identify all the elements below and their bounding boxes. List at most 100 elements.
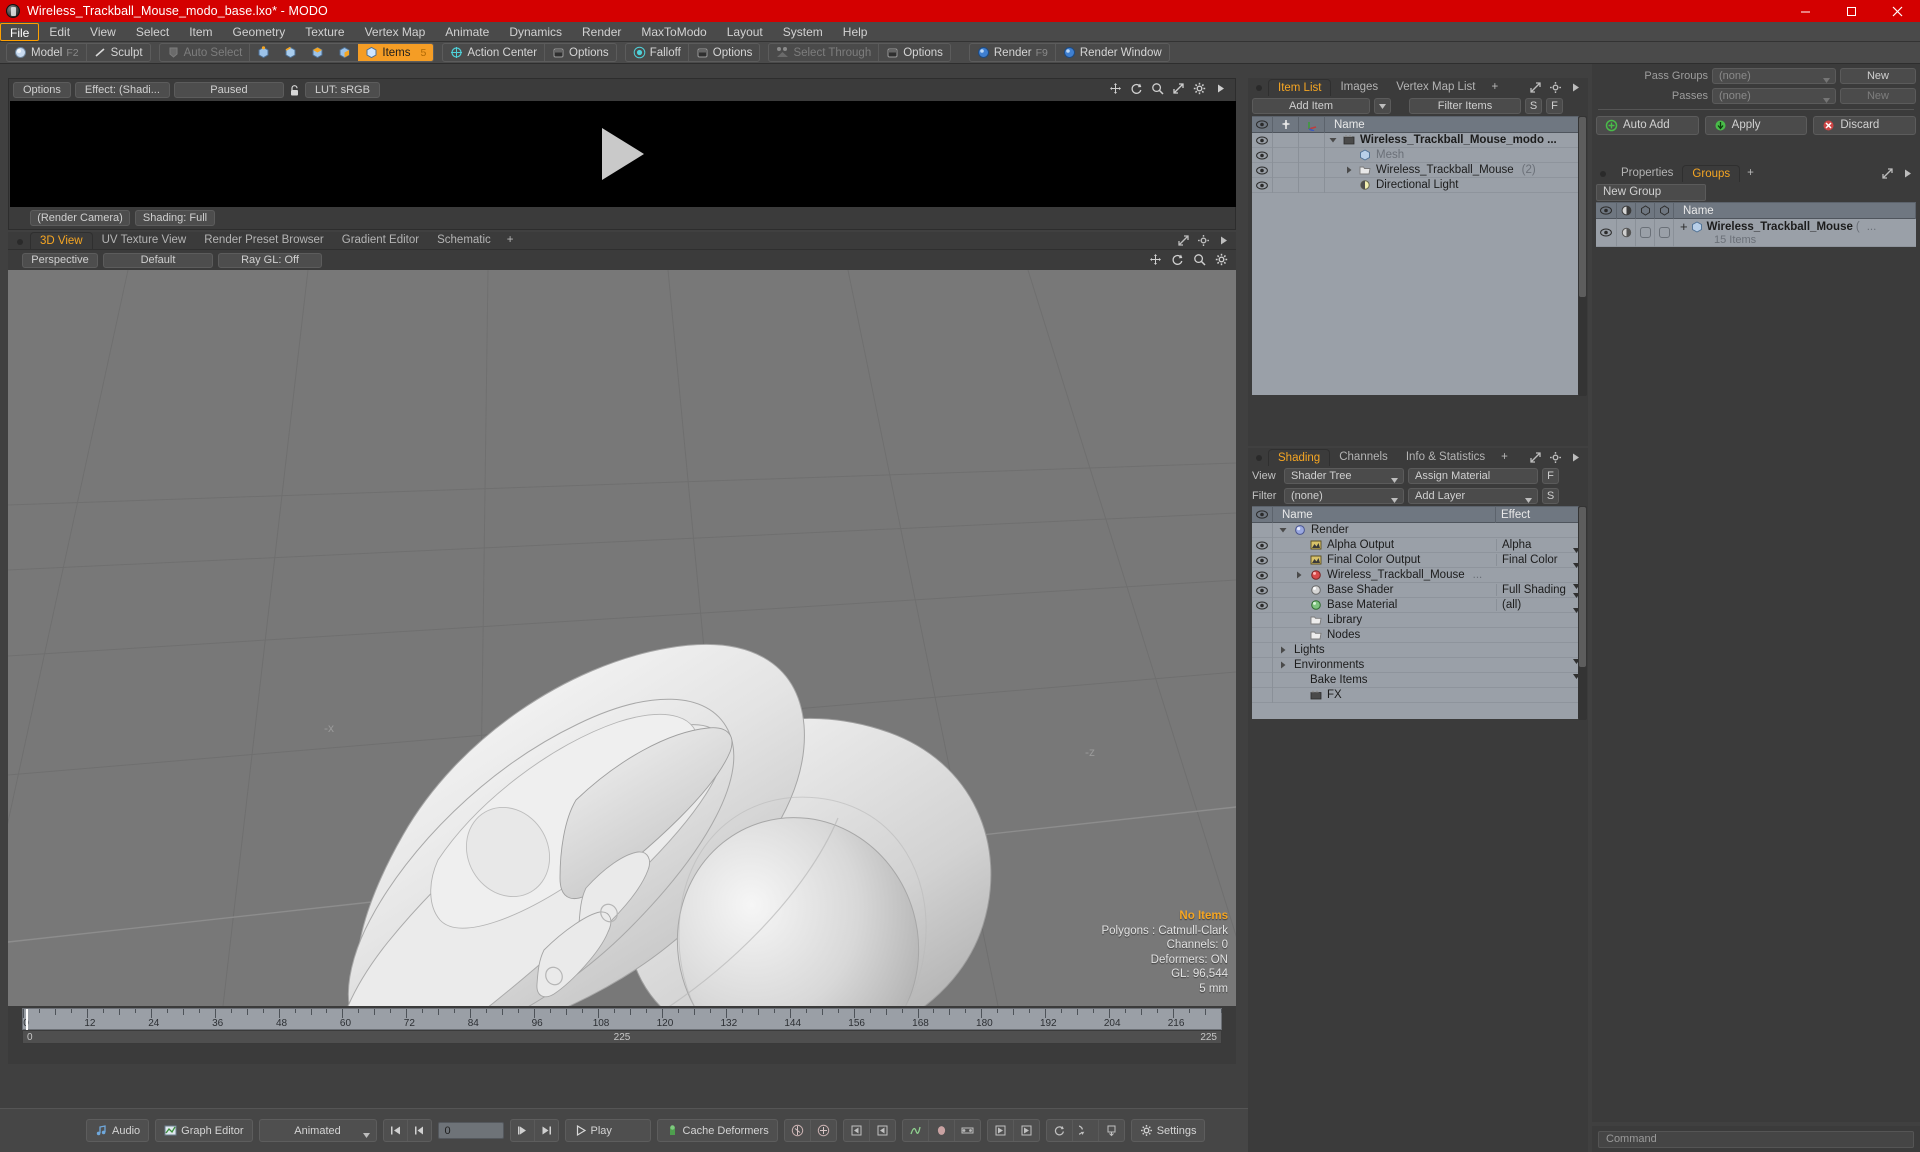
filter-items-input[interactable]: Filter Items bbox=[1409, 98, 1521, 114]
menu-item-edit[interactable]: Edit bbox=[39, 23, 80, 41]
row-axis-toggle[interactable] bbox=[1299, 132, 1325, 148]
shading-full-button[interactable]: Shading: Full bbox=[135, 210, 215, 226]
passes-select[interactable]: (none) bbox=[1712, 87, 1836, 104]
reload-key-button[interactable] bbox=[1047, 1120, 1073, 1141]
pass-groups-select[interactable]: (none) bbox=[1712, 67, 1836, 84]
row-axis-toggle[interactable] bbox=[1299, 177, 1325, 193]
viewport-perspective-button[interactable]: Perspective bbox=[22, 252, 98, 268]
discard-button[interactable]: Discard bbox=[1813, 115, 1917, 135]
shading-row[interactable]: Base Material (all) bbox=[1252, 597, 1584, 613]
gear-icon[interactable] bbox=[1197, 234, 1210, 247]
menu-item-dynamics[interactable]: Dynamics bbox=[499, 23, 572, 41]
action-center-button[interactable]: Action Center bbox=[443, 44, 544, 61]
cache-deformers-button[interactable]: Cache Deformers bbox=[656, 1119, 778, 1142]
lock-icon[interactable] bbox=[288, 84, 301, 97]
row-visibility-toggle[interactable] bbox=[1252, 657, 1273, 673]
row-effect-cell[interactable]: Final Color bbox=[1496, 554, 1584, 568]
rotate-icon[interactable] bbox=[1130, 82, 1143, 95]
timeline-ruler[interactable]: 0122436486072849610812013214415616818019… bbox=[22, 1008, 1222, 1031]
row-visibility-toggle[interactable] bbox=[1252, 582, 1273, 598]
gear-icon[interactable] bbox=[1549, 81, 1562, 94]
menu-item-help[interactable]: Help bbox=[833, 23, 878, 41]
shading-row[interactable]: Render bbox=[1252, 522, 1584, 538]
shading-filter-select[interactable]: (none) bbox=[1284, 488, 1404, 504]
reset-key-button[interactable] bbox=[1073, 1120, 1099, 1141]
add-item-button[interactable]: Add Item bbox=[1252, 98, 1370, 114]
key-down-button[interactable] bbox=[1099, 1120, 1124, 1141]
viewport-shading-style-button[interactable]: Default bbox=[103, 252, 213, 268]
row-visibility-toggle[interactable] bbox=[1252, 552, 1273, 568]
goto-start-button[interactable] bbox=[384, 1120, 408, 1141]
shading-row[interactable]: Final Color Output Final Color bbox=[1252, 552, 1584, 568]
pass-groups-new-button[interactable]: New bbox=[1840, 67, 1916, 84]
key-all-button[interactable] bbox=[811, 1120, 836, 1141]
gear-icon[interactable] bbox=[1215, 253, 1228, 266]
row-visibility-toggle[interactable] bbox=[1252, 672, 1273, 688]
row-expand-toggle[interactable] bbox=[1279, 661, 1290, 669]
maximize-panel-icon[interactable] bbox=[1529, 81, 1542, 94]
command-input[interactable]: Command bbox=[1598, 1130, 1914, 1148]
render-preview-canvas[interactable] bbox=[10, 101, 1236, 207]
row-render-toggle[interactable] bbox=[1617, 218, 1636, 247]
menu-item-file[interactable]: File bbox=[0, 22, 40, 41]
tab-images[interactable]: Images bbox=[1331, 79, 1387, 96]
play-button[interactable]: Play bbox=[564, 1119, 651, 1142]
add-layer-select[interactable]: Add Layer bbox=[1408, 488, 1538, 504]
item-list-row[interactable]: Directional Light bbox=[1252, 177, 1584, 193]
render-window-button[interactable]: Render Window bbox=[1054, 44, 1169, 61]
tab--[interactable]: + bbox=[1494, 449, 1515, 466]
row-visibility-toggle[interactable] bbox=[1252, 642, 1273, 658]
tab-channels[interactable]: Channels bbox=[1330, 449, 1397, 466]
row-visibility-toggle[interactable] bbox=[1252, 567, 1273, 583]
menu-item-geometry[interactable]: Geometry bbox=[223, 23, 296, 41]
tab-schematic[interactable]: Schematic bbox=[428, 232, 500, 249]
row-visibility-toggle[interactable] bbox=[1596, 218, 1617, 247]
shading-list-body[interactable]: Render Alpha Output Alpha Final Color Outpu… bbox=[1252, 522, 1584, 719]
row-lock-toggle[interactable] bbox=[1655, 218, 1674, 247]
select-vertex-button[interactable] bbox=[249, 44, 277, 61]
new-group-button[interactable]: New Group bbox=[1596, 183, 1706, 201]
settings-button[interactable]: Settings bbox=[1130, 1119, 1206, 1142]
row-visibility-toggle[interactable] bbox=[1252, 147, 1273, 163]
tab-groups[interactable]: Groups bbox=[1682, 165, 1741, 182]
menu-item-system[interactable]: System bbox=[773, 23, 833, 41]
row-lock-toggle[interactable] bbox=[1273, 132, 1299, 148]
groups-list-body[interactable]: + Wireless_Trackball_Mouse(... 15 Items bbox=[1596, 218, 1916, 247]
add-item-dropdown[interactable] bbox=[1374, 98, 1391, 114]
row-visibility-toggle[interactable] bbox=[1252, 687, 1273, 703]
menu-item-animate[interactable]: Animate bbox=[435, 23, 499, 41]
auto-select-button[interactable]: Auto Select bbox=[160, 44, 250, 61]
row-axis-toggle[interactable] bbox=[1299, 162, 1325, 178]
key-ellipse-button[interactable] bbox=[929, 1120, 955, 1141]
shading-s-button[interactable]: S bbox=[1542, 488, 1559, 504]
panel-menu-icon[interactable] bbox=[1569, 81, 1582, 94]
panel-menu-icon[interactable] bbox=[1217, 234, 1230, 247]
prev-key-button[interactable] bbox=[844, 1120, 870, 1141]
falloff-button[interactable]: Falloff bbox=[626, 44, 688, 61]
tab-info-statistics[interactable]: Info & Statistics bbox=[1397, 449, 1494, 466]
row-expand-toggle[interactable]: + bbox=[1680, 219, 1688, 234]
select-polygon-button[interactable] bbox=[304, 44, 331, 61]
item-list-row[interactable]: Mesh bbox=[1252, 147, 1584, 163]
next-key-button[interactable] bbox=[870, 1120, 895, 1141]
shading-row[interactable]: Base Shader Full Shading bbox=[1252, 582, 1584, 598]
item-list-row[interactable]: Wireless_Trackball_Mouse_modo ... bbox=[1252, 132, 1584, 148]
menu-item-select[interactable]: Select bbox=[126, 23, 179, 41]
shader-tree-select[interactable]: Shader Tree bbox=[1284, 468, 1404, 484]
maximize-button[interactable] bbox=[1828, 0, 1874, 22]
tab-uv-texture-view[interactable]: UV Texture View bbox=[93, 232, 196, 249]
action-center-options-button[interactable]: Options bbox=[544, 44, 616, 61]
tab-gradient-editor[interactable]: Gradient Editor bbox=[333, 232, 428, 249]
row-expand-toggle[interactable] bbox=[1295, 571, 1306, 579]
tab-shading[interactable]: Shading bbox=[1268, 449, 1331, 466]
pan-icon[interactable] bbox=[1149, 253, 1162, 266]
shading-row[interactable]: Alpha Output Alpha bbox=[1252, 537, 1584, 553]
pan-icon[interactable] bbox=[1109, 82, 1122, 95]
item-list-body[interactable]: Wireless_Trackball_Mouse_modo ... Mesh Wir… bbox=[1252, 132, 1584, 395]
audio-button[interactable]: Audio bbox=[86, 1119, 150, 1142]
search-icon[interactable] bbox=[1193, 253, 1206, 266]
preview-lut-button[interactable]: LUT: sRGB bbox=[304, 82, 380, 98]
item-list-s-button[interactable]: S bbox=[1525, 98, 1542, 114]
apply-button[interactable]: Apply bbox=[1704, 115, 1808, 135]
key-channel-button[interactable] bbox=[785, 1120, 811, 1141]
